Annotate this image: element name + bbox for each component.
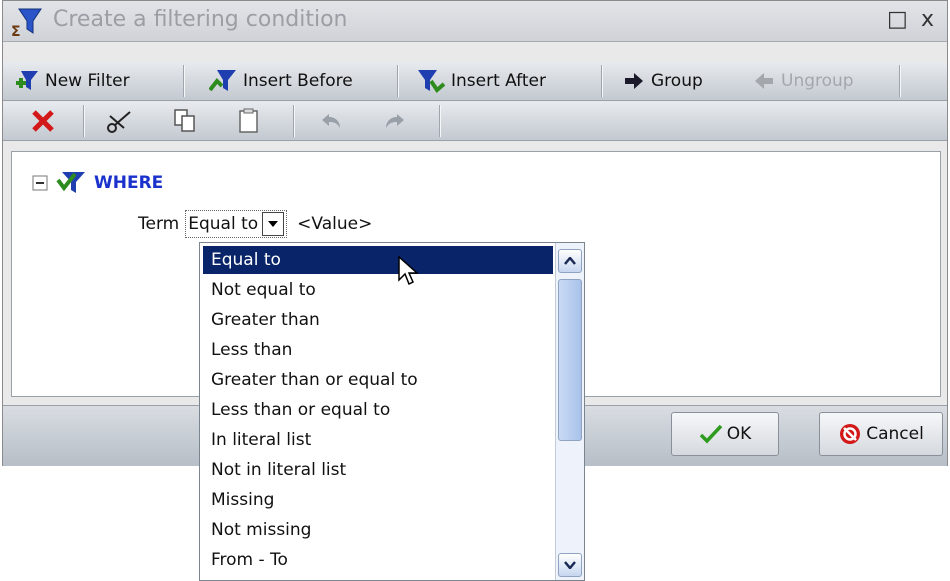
title-bar: Σ Create a filtering condition □ x — [3, 1, 947, 42]
cut-button[interactable] — [103, 105, 135, 137]
dropdown-option[interactable]: Less than — [203, 336, 553, 364]
ok-button[interactable]: OK — [671, 412, 779, 456]
cancel-label: Cancel — [866, 424, 924, 444]
collapse-icon[interactable] — [32, 175, 48, 191]
cut-icon — [107, 111, 131, 133]
scrollbar[interactable] — [555, 243, 584, 580]
operator-value: Equal to — [188, 214, 259, 234]
dropdown-option[interactable]: From - To — [203, 546, 553, 574]
scroll-thumb[interactable] — [558, 279, 582, 441]
operator-select[interactable]: Equal to — [185, 210, 288, 238]
copy-button[interactable] — [169, 105, 201, 137]
toolbar-separator — [83, 105, 84, 137]
dropdown-option[interactable]: Greater than — [203, 306, 553, 334]
toolbar-separator — [439, 105, 440, 137]
undo-icon — [322, 114, 340, 128]
toolbar-separator — [183, 65, 184, 97]
dropdown-option[interactable]: Not missing — [203, 516, 553, 544]
insert-before-label: Insert Before — [243, 71, 353, 91]
close-button[interactable]: x — [921, 7, 934, 32]
scroll-down-button[interactable] — [558, 553, 582, 577]
dropdown-option[interactable]: Less than or equal to — [203, 396, 553, 424]
group-button[interactable]: Group — [623, 62, 703, 100]
redo-icon — [386, 114, 404, 128]
cancel-button[interactable]: Cancel — [819, 412, 943, 456]
dropdown-option[interactable]: Equal to — [203, 246, 553, 274]
value-placeholder[interactable]: <Value> — [297, 214, 372, 234]
svg-text:Σ: Σ — [11, 24, 21, 37]
group-label: Group — [651, 71, 703, 91]
checkmark-icon — [699, 424, 723, 444]
dropdown-option[interactable]: In literal list — [203, 426, 553, 454]
insert-before-button[interactable]: Insert Before — [209, 62, 353, 100]
window-title: Create a filtering condition — [53, 7, 348, 32]
chevron-up-icon — [564, 257, 576, 265]
chevron-down-icon — [564, 561, 576, 569]
delete-icon — [32, 110, 54, 132]
undo-button[interactable] — [315, 105, 347, 137]
dropdown-arrow-button[interactable] — [262, 212, 285, 236]
new-filter-icon — [16, 71, 38, 90]
paste-button[interactable] — [233, 105, 265, 137]
filter-sigma-icon: Σ — [11, 8, 42, 37]
ungroup-button[interactable]: Ungroup — [753, 62, 854, 100]
delete-button[interactable] — [27, 105, 59, 137]
chevron-down-icon — [268, 221, 279, 227]
ungroup-label: Ungroup — [781, 71, 854, 91]
edit-toolbar — [3, 102, 947, 141]
dropdown-option[interactable]: Missing — [203, 486, 553, 514]
new-filter-button[interactable]: New Filter — [15, 62, 130, 100]
cancel-icon — [840, 424, 861, 444]
toolbar-separator — [601, 65, 602, 97]
paste-icon — [239, 108, 258, 133]
arrow-left-icon — [755, 73, 773, 89]
filter-check-icon — [56, 172, 85, 193]
arrow-right-icon — [625, 73, 643, 89]
field-name[interactable]: Term — [138, 214, 179, 234]
filter-toolbar: New Filter Insert Before Insert After Gr… — [3, 62, 947, 101]
ok-label: OK — [726, 424, 752, 444]
toolbar-separator — [293, 105, 294, 137]
scroll-up-button[interactable] — [558, 249, 582, 273]
where-keyword[interactable]: WHERE — [94, 173, 163, 193]
new-filter-label: New Filter — [45, 71, 130, 91]
redo-button[interactable] — [379, 105, 411, 137]
copy-icon — [174, 109, 195, 132]
toolbar-separator — [397, 65, 398, 97]
operator-dropdown-list: Equal to Not equal to Greater than Less tha… — [199, 242, 585, 581]
restore-button[interactable]: □ — [887, 7, 908, 32]
insert-before-icon — [209, 70, 236, 92]
dropdown-option[interactable]: Not equal to — [203, 276, 553, 304]
mouse-cursor-icon — [398, 256, 419, 286]
condition-row: Term Equal to <Value> — [138, 210, 372, 238]
dropdown-option[interactable]: Not in literal list — [203, 456, 553, 484]
insert-after-label: Insert After — [451, 71, 546, 91]
insert-after-button[interactable]: Insert After — [417, 62, 546, 100]
insert-after-icon — [418, 70, 445, 93]
dropdown-option[interactable]: Greater than or equal to — [203, 366, 553, 394]
where-node: WHERE — [32, 170, 163, 196]
toolbar-separator — [899, 65, 900, 97]
